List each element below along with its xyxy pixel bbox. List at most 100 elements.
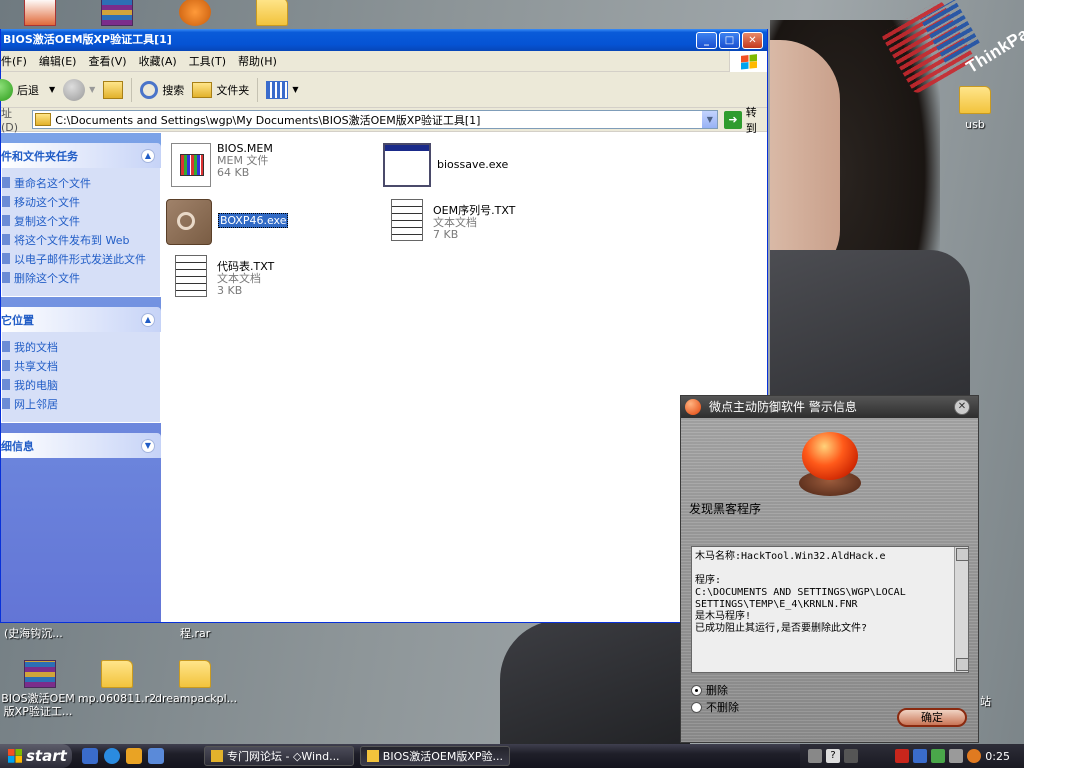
views-button[interactable]: ▼: [266, 80, 298, 99]
internet-explorer-icon[interactable]: [104, 748, 120, 764]
detail-line: 已成功阻止其运行,是否要删除此文件?: [695, 623, 868, 634]
up-folder-button[interactable]: [103, 80, 124, 99]
desktop-icon-mp[interactable]: mp.060811.r2: [77, 660, 157, 705]
antivirus-logo-icon: [685, 399, 701, 415]
detail-line: 是木马程序!: [695, 611, 752, 622]
chevron-down-icon[interactable]: ▼: [141, 438, 155, 453]
file-item-oem-serial[interactable]: OEM序列号.TXT 文本文档 7 KB: [387, 199, 515, 241]
panel-title: 件和文件夹任务: [1, 149, 78, 163]
browser-icon[interactable]: [148, 748, 164, 764]
desktop-icon-label-cut[interactable]: (史海钩沉...: [4, 625, 63, 641]
place-my-documents[interactable]: 我的文档: [2, 338, 156, 357]
file-item-biossave[interactable]: biossave.exe: [383, 143, 508, 187]
file-size: 7 KB: [433, 228, 459, 241]
menu-file[interactable]: 件(F): [1, 53, 35, 69]
task-rename[interactable]: 重命名这个文件: [2, 174, 156, 193]
copy-icon: [2, 215, 10, 226]
desktop-icon-label-rar[interactable]: 程.rar: [180, 625, 210, 641]
explorer-window: BIOS激活OEM版XP验证工具[1] _ □ ✕ 件(F) 编辑(E) 查看(…: [0, 29, 768, 623]
media-player-icon[interactable]: [82, 748, 98, 764]
back-label: 后退: [17, 83, 39, 97]
task-copy[interactable]: 复制这个文件: [2, 212, 156, 231]
place-label: 网上邻居: [14, 398, 58, 411]
chevron-down-icon[interactable]: ▼: [49, 85, 55, 94]
folders-button[interactable]: 文件夹: [192, 81, 249, 98]
menu-edit[interactable]: 编辑(E): [39, 53, 85, 69]
close-button[interactable]: ✕: [742, 32, 763, 49]
radio-selected-icon[interactable]: [691, 684, 702, 696]
chevron-up-icon[interactable]: ▲: [141, 148, 155, 163]
chevron-down-icon[interactable]: ▼: [702, 111, 718, 128]
desktop-icon-top-2[interactable]: [77, 0, 157, 30]
place-shared-documents[interactable]: 共享文档: [2, 357, 156, 376]
chevron-down-icon[interactable]: ▼: [292, 85, 298, 94]
safely-remove-icon[interactable]: [931, 749, 946, 763]
desktop-icon-top-4[interactable]: [232, 0, 312, 30]
place-my-computer[interactable]: 我的电脑: [2, 376, 156, 395]
place-network[interactable]: 网上邻居: [2, 395, 156, 414]
up-folder-icon: [103, 80, 124, 99]
minimize-button[interactable]: _: [696, 32, 717, 49]
task-label: 以电子邮件形式发送此文件: [14, 253, 146, 266]
clock[interactable]: 0:25: [985, 750, 1024, 763]
chevron-down-icon[interactable]: ▼: [89, 85, 95, 94]
folders-icon: [192, 81, 213, 98]
back-button[interactable]: 后退 ▼: [0, 78, 55, 101]
maximize-button[interactable]: □: [719, 32, 740, 49]
search-button[interactable]: 搜索: [140, 80, 184, 99]
task-label: 将这个文件发布到 Web: [14, 234, 130, 247]
menu-tools[interactable]: 工具(T): [189, 53, 234, 69]
rar-icon: [101, 0, 133, 26]
start-button[interactable]: start: [0, 744, 72, 768]
scrollbar[interactable]: [954, 547, 969, 672]
menu-help[interactable]: 帮助(H): [238, 53, 285, 69]
rar-icon: [24, 660, 56, 688]
text-file-icon: [391, 199, 423, 241]
file-item-bios-mem[interactable]: BIOS.MEM MEM 文件 64 KB: [171, 143, 273, 187]
task-publish[interactable]: 将这个文件发布到 Web: [2, 231, 156, 250]
menu-view[interactable]: 查看(V): [88, 53, 134, 69]
explorer-titlebar[interactable]: BIOS激活OEM版XP验证工具[1] _ □ ✕: [1, 29, 767, 51]
monitor-tray-icon[interactable]: [949, 749, 964, 763]
folder-icon: [179, 660, 211, 688]
update-tray-icon[interactable]: [967, 749, 982, 763]
other-places-header[interactable]: 它位置 ▲: [1, 307, 161, 332]
outlook-icon[interactable]: [126, 748, 142, 764]
task-delete[interactable]: 删除这个文件: [2, 269, 156, 288]
taskbar-item-explorer[interactable]: BIOS激活OEM版XP验...: [360, 746, 510, 766]
menu-favorites[interactable]: 收藏(A): [139, 53, 185, 69]
desktop-icon-top-1[interactable]: [0, 0, 80, 30]
network-tray-icon[interactable]: [913, 749, 928, 763]
chevron-up-icon[interactable]: ▲: [141, 312, 155, 327]
address-input[interactable]: C:\Documents and Settings\wgp\My Documen…: [32, 110, 719, 129]
desktop-icon-usb[interactable]: usb: [935, 86, 1015, 131]
file-item-boxp46[interactable]: BOXP46.exe: [166, 199, 289, 245]
alert-titlebar[interactable]: 微点主动防御软件 警示信息 ✕: [681, 396, 978, 418]
antivirus-tray-icon[interactable]: [895, 749, 910, 763]
task-label: 移动这个文件: [14, 196, 80, 209]
taskbar: start 专门网论坛 - ◇Wind... BIOS激活OEM版XP验... …: [0, 744, 1024, 768]
file-tasks-header[interactable]: 件和文件夹任务 ▲: [1, 143, 161, 168]
details-header[interactable]: 细信息 ▼: [1, 433, 161, 458]
delete-option-radio[interactable]: 删除: [691, 682, 728, 698]
alert-details-textbox[interactable]: 木马名称:HackTool.Win32.AldHack.e 程序: C:\DOC…: [691, 546, 969, 673]
folder-icon: [256, 0, 288, 26]
taskbar-item-forum[interactable]: 专门网论坛 - ◇Wind...: [204, 746, 354, 766]
keep-option-radio[interactable]: 不删除: [691, 699, 739, 715]
help-icon[interactable]: ?: [826, 749, 840, 763]
keyboard-icon[interactable]: [808, 749, 822, 763]
desktop-icon-bios-rar[interactable]: BIOS激活OEM版XP验证工...: [0, 660, 80, 718]
desktop-icon-top-3[interactable]: [155, 0, 235, 30]
desktop-icon-dreampack[interactable]: dreampackpl...: [155, 660, 237, 705]
ok-button[interactable]: 确定: [897, 708, 967, 727]
go-button[interactable]: ➜ 转到: [724, 104, 767, 136]
task-move[interactable]: 移动这个文件: [2, 193, 156, 212]
file-item-code-table[interactable]: 代码表.TXT 文本文档 3 KB: [171, 255, 274, 297]
task-email[interactable]: 以电子邮件形式发送此文件: [2, 250, 156, 269]
radio-unselected-icon[interactable]: [691, 701, 702, 713]
key-icon: [166, 199, 212, 245]
ime-icon[interactable]: [844, 749, 858, 763]
close-icon[interactable]: ✕: [954, 399, 970, 415]
forward-button[interactable]: ▼: [63, 78, 95, 101]
desktop-icon-label-recycle[interactable]: 站: [980, 693, 991, 709]
